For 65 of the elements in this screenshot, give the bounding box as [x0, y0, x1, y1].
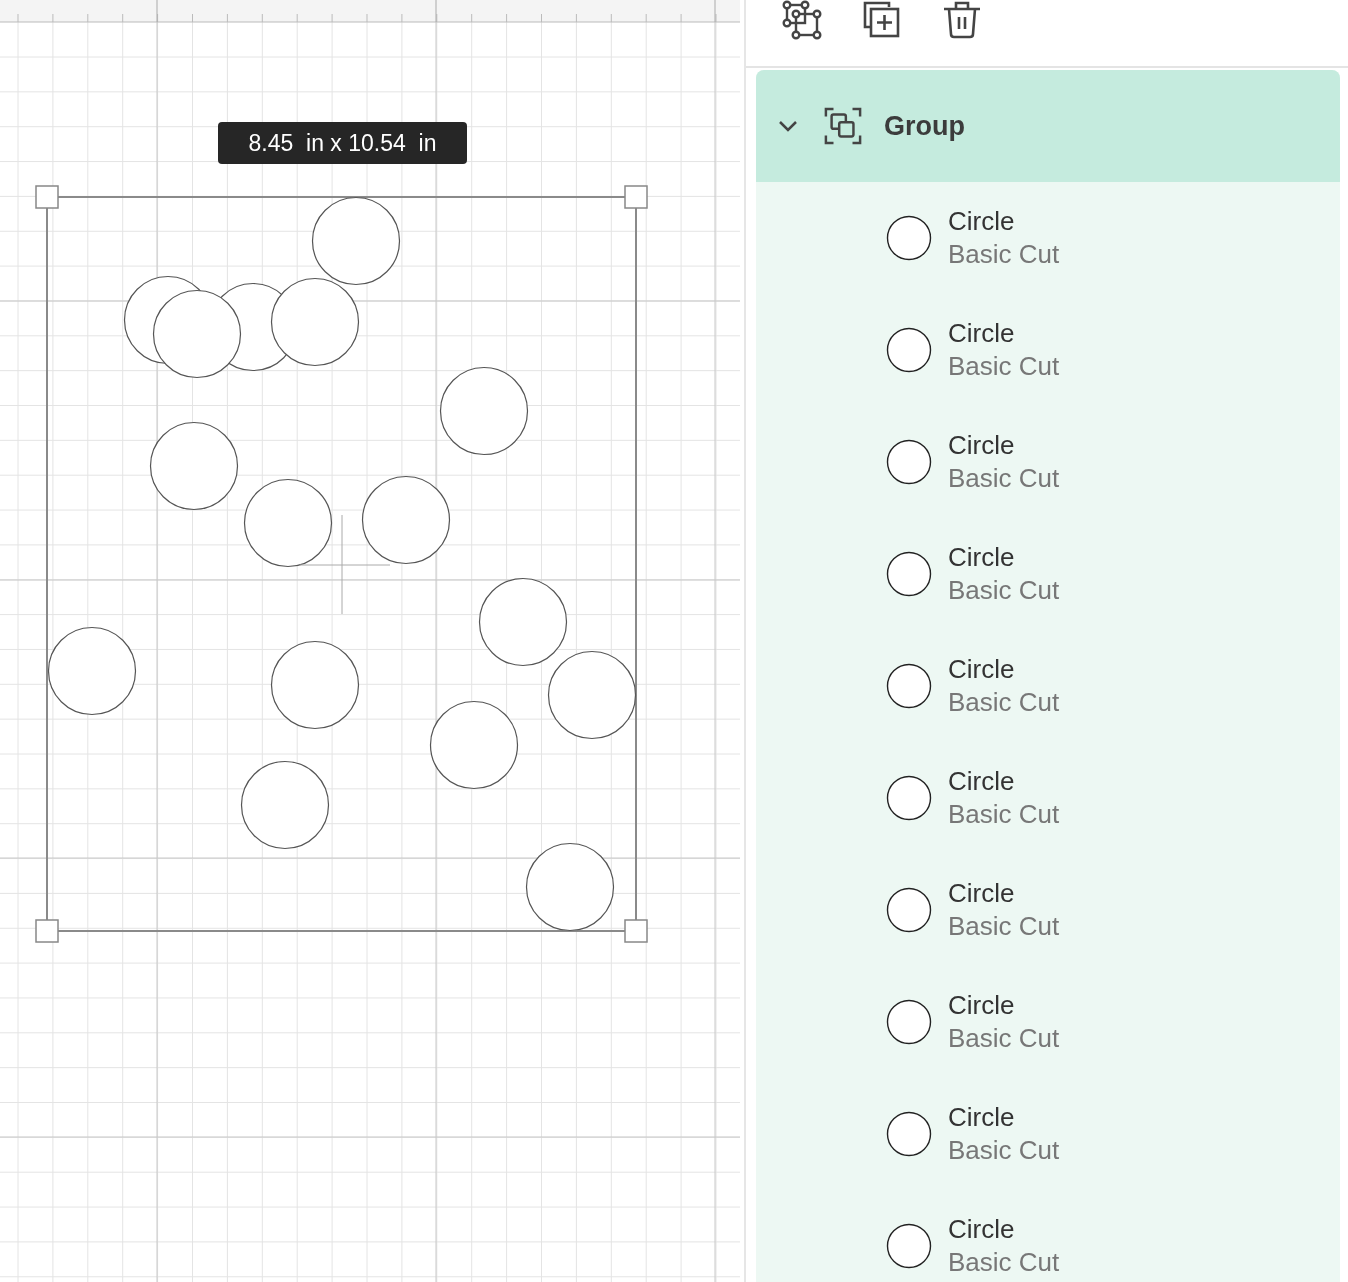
layer-item[interactable]: Circle Basic Cut — [756, 630, 1340, 742]
layer-operation: Basic Cut — [948, 463, 1060, 494]
layer-name: Circle — [948, 1214, 1016, 1245]
selection-box[interactable] — [46, 196, 637, 932]
layer-name: Circle — [948, 206, 1016, 237]
circle-shape[interactable] — [270, 640, 360, 730]
layer-item[interactable]: Circle Basic Cut — [756, 1078, 1340, 1190]
trash-icon[interactable] — [942, 0, 982, 40]
group-icon — [824, 107, 862, 145]
layer-item[interactable]: Circle Basic Cut — [756, 406, 1340, 518]
resize-handle[interactable] — [35, 919, 59, 943]
layer-operation: Basic Cut — [948, 575, 1060, 606]
circle-shape[interactable] — [149, 421, 239, 511]
resize-handle[interactable] — [35, 185, 59, 209]
overlapping-circles-drawing[interactable] — [123, 275, 360, 379]
layer-name: Circle — [948, 542, 1016, 573]
layer-name: Circle — [948, 878, 1016, 909]
circle-icon — [886, 775, 932, 821]
layer-operation: Basic Cut — [948, 239, 1060, 270]
circle-shape[interactable] — [525, 842, 615, 932]
layer-operation: Basic Cut — [948, 799, 1060, 830]
layer-item[interactable]: Circle Basic Cut — [756, 1190, 1340, 1282]
circle-icon — [886, 887, 932, 933]
circle-icon — [886, 1111, 932, 1157]
resize-handle[interactable] — [624, 919, 648, 943]
layer-item[interactable]: Circle Basic Cut — [756, 294, 1340, 406]
layer-name: Circle — [948, 654, 1016, 685]
layer-item[interactable]: Circle Basic Cut — [756, 742, 1340, 854]
circle-icon — [886, 1223, 932, 1269]
circle-icon — [886, 327, 932, 373]
size-tooltip: 8.45 in x 10.54 in — [218, 122, 467, 164]
layer-operation: Basic Cut — [948, 1023, 1060, 1054]
layer-operation: Basic Cut — [948, 911, 1060, 942]
layer-item[interactable]: Circle Basic Cut — [756, 518, 1340, 630]
group-layer[interactable]: Group — [756, 70, 1340, 182]
circle-icon — [886, 439, 932, 485]
layer-operation: Basic Cut — [948, 1135, 1060, 1166]
circle-shape[interactable] — [243, 478, 333, 568]
layer-name: Circle — [948, 430, 1016, 461]
layer-item[interactable]: Circle Basic Cut — [756, 966, 1340, 1078]
circle-icon — [886, 663, 932, 709]
circle-icon — [886, 215, 932, 261]
circle-shape[interactable] — [361, 475, 451, 565]
duplicate-icon[interactable] — [862, 0, 902, 40]
layer-item[interactable]: Circle Basic Cut — [756, 182, 1340, 294]
circle-shape[interactable] — [311, 196, 401, 286]
group-nodes-icon[interactable] — [782, 0, 822, 40]
circle-shape[interactable] — [240, 760, 330, 850]
layer-name: Circle — [948, 766, 1016, 797]
circle-shape[interactable] — [478, 577, 568, 667]
circle-shape[interactable] — [547, 650, 637, 740]
circle-icon — [886, 551, 932, 597]
layer-name: Circle — [948, 990, 1016, 1021]
circle-shape[interactable] — [439, 366, 529, 456]
circle-icon — [886, 999, 932, 1045]
layer-name: Circle — [948, 1102, 1016, 1133]
group-label: Group — [884, 110, 965, 142]
layer-operation: Basic Cut — [948, 687, 1060, 718]
layer-name: Circle — [948, 318, 1016, 349]
resize-handle[interactable] — [624, 185, 648, 209]
circle-shape[interactable] — [47, 626, 137, 716]
layer-operation: Basic Cut — [948, 1247, 1060, 1278]
layer-operation: Basic Cut — [948, 351, 1060, 382]
layer-item[interactable]: Circle Basic Cut — [756, 854, 1340, 966]
circle-shape[interactable] — [429, 700, 519, 790]
